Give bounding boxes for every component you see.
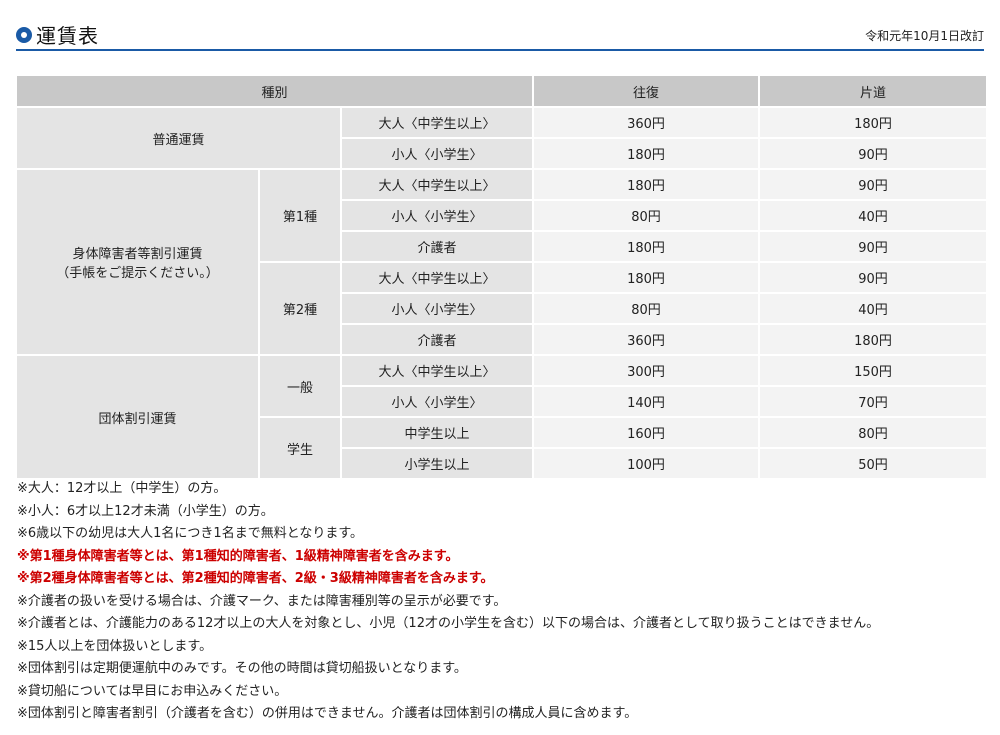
fare-kind: 小人〈小学生〉 [342, 201, 533, 230]
note-item: ※介護者とは、介護能力のある12才以上の大人を対象とし、小児（12才の小学生を含… [17, 616, 880, 631]
table-header-row: 種別 往復 片道 [17, 76, 987, 106]
note-item: ※貸切船については早目にお申込みください。 [17, 683, 288, 699]
round-trip-fare: 180円 [534, 232, 759, 261]
one-way-fare: 90円 [760, 139, 987, 168]
note-item: ※6歳以下の幼児は大人1名につき1名まで無料となります。 [17, 526, 364, 541]
fare-kind: 大人〈中学生以上〉 [342, 108, 533, 137]
header-round-trip: 往復 [534, 76, 759, 106]
one-way-fare: 90円 [760, 170, 987, 199]
category-disabled-note: （手帳をご提示ください。） [56, 266, 219, 281]
one-way-fare: 80円 [760, 418, 987, 447]
one-way-fare: 180円 [760, 108, 987, 137]
notes-list: ※大人：12才以上（中学生）の方。 ※小人：6才以上12才未満（小学生）の方。 … [17, 478, 985, 726]
one-way-fare: 70円 [760, 387, 987, 416]
note-item: ※大人：12才以上（中学生）の方。 [17, 481, 227, 496]
round-trip-fare: 360円 [534, 325, 759, 354]
category-disabled-label: 身体障害者等割引運賃 [72, 247, 203, 262]
page-header: 運賃表 令和元年10月1日改訂 [16, 14, 984, 51]
one-way-fare: 90円 [760, 232, 987, 261]
note-item: ※小人：6才以上12才未満（小学生）の方。 [17, 503, 274, 519]
table-row: 普通運賃 大人〈中学生以上〉 360円 180円 [17, 108, 987, 168]
one-way-fare: 180円 [760, 325, 987, 354]
round-trip-fare: 80円 [534, 201, 759, 230]
table-row: 身体障害者等割引運賃 （手帳をご提示ください。） 第1種 大人〈中学生以上〉 1… [17, 170, 987, 354]
category-regular: 普通運賃 [17, 108, 340, 168]
fare-table: 種別 往復 片道 普通運賃 大人〈中学生以上〉 360円 180円 小人〈小学生… [15, 74, 988, 480]
round-trip-fare: 180円 [534, 170, 759, 199]
fare-kind: 小学生以上 [342, 449, 533, 478]
revision-date: 令和元年10月1日改訂 [865, 29, 984, 43]
round-trip-fare: 80円 [534, 294, 759, 323]
fare-kind: 小人〈小学生〉 [342, 139, 533, 168]
fare-kind: 大人〈中学生以上〉 [342, 170, 533, 199]
round-trip-fare: 300円 [534, 356, 759, 385]
table-row: 団体割引運賃 一般 大人〈中学生以上〉 300円 150円 [17, 356, 987, 478]
note-item: ※介護者の扱いを受ける場合は、介護マーク、または障害種別等の呈示が必要です。 [17, 593, 507, 609]
fare-kind: 小人〈小学生〉 [342, 294, 533, 323]
title-wrap: 運賃表 [16, 20, 99, 49]
subcategory-student: 学生 [260, 418, 340, 478]
fare-kind: 小人〈小学生〉 [342, 387, 533, 416]
subcategory-class1: 第1種 [260, 170, 340, 261]
one-way-fare: 50円 [760, 449, 987, 478]
note-item-warning: ※第2種身体障害者等とは、第2種知的障害者、2級・3級精神障害者を含みます。 [17, 571, 494, 586]
round-trip-fare: 180円 [534, 139, 759, 168]
one-way-fare: 40円 [760, 294, 987, 323]
one-way-fare: 150円 [760, 356, 987, 385]
subcategory-class2: 第2種 [260, 263, 340, 354]
note-item: ※団体割引と障害者割引（介護者を含む）の併用はできません。介護者は団体割引の構成… [17, 706, 638, 721]
category-group: 団体割引運賃 [17, 356, 258, 478]
one-way-fare: 90円 [760, 263, 987, 292]
header-one-way: 片道 [760, 76, 987, 106]
fare-kind: 中学生以上 [342, 418, 533, 447]
note-item: ※15人以上を団体扱いとします。 [17, 638, 213, 654]
fare-kind: 大人〈中学生以上〉 [342, 263, 533, 292]
subcategory-general: 一般 [260, 356, 340, 416]
round-trip-fare: 100円 [534, 449, 759, 478]
round-trip-fare: 160円 [534, 418, 759, 447]
fare-kind: 大人〈中学生以上〉 [342, 356, 533, 385]
round-trip-fare: 140円 [534, 387, 759, 416]
fare-kind: 介護者 [342, 325, 533, 354]
round-trip-fare: 360円 [534, 108, 759, 137]
header-kind: 種別 [17, 76, 533, 106]
note-item: ※団体割引は定期便運航中のみです。その他の時間は貸切船扱いとなります。 [17, 661, 467, 676]
category-disabled: 身体障害者等割引運賃 （手帳をご提示ください。） [17, 170, 258, 354]
fare-kind: 介護者 [342, 232, 533, 261]
page-title: 運賃表 [36, 24, 99, 48]
one-way-fare: 40円 [760, 201, 987, 230]
bullet-circle-icon [16, 26, 32, 43]
note-item-warning: ※第1種身体障害者等とは、第1種知的障害者、1級精神障害者を含みます。 [17, 548, 459, 564]
round-trip-fare: 180円 [534, 263, 759, 292]
